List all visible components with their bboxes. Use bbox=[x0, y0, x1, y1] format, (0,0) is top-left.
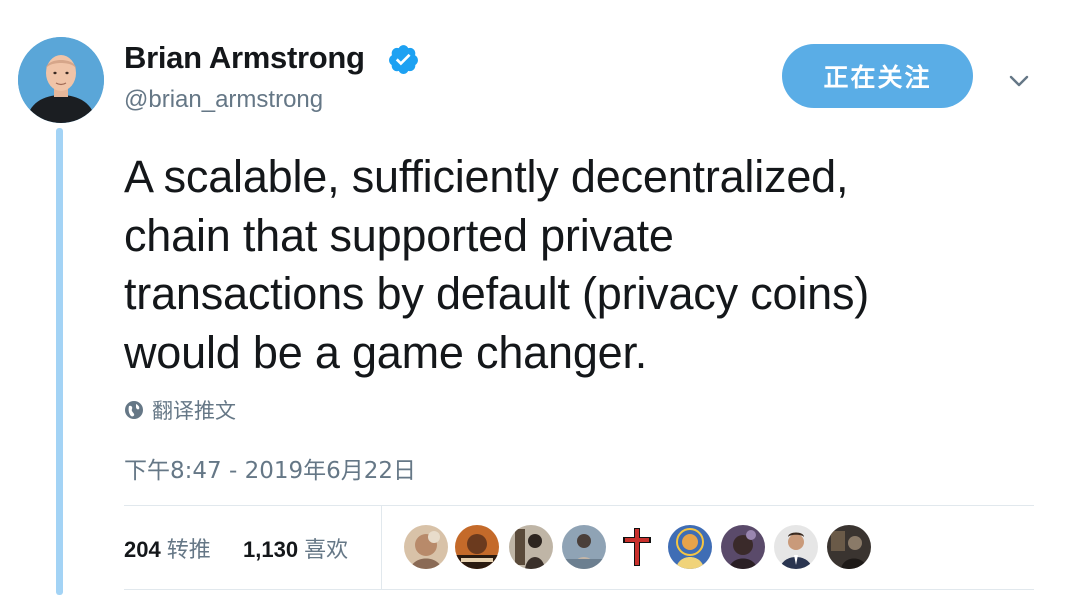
globe-icon bbox=[125, 401, 143, 419]
tweet-text-line: transactions by default (privacy coins) bbox=[124, 268, 870, 319]
liker-avatar[interactable] bbox=[827, 525, 871, 569]
retweets-stat[interactable]: 204 转推 bbox=[124, 532, 211, 564]
liker-avatar[interactable] bbox=[721, 525, 765, 569]
liker-avatar[interactable] bbox=[509, 525, 553, 569]
chevron-down-icon[interactable] bbox=[1004, 66, 1034, 96]
avatar[interactable] bbox=[18, 37, 104, 123]
tweet-timestamp[interactable]: 下午8:47 - 2019年6月22日 bbox=[124, 451, 416, 485]
liker-avatar[interactable] bbox=[455, 525, 499, 569]
liker-avatar[interactable] bbox=[615, 525, 659, 569]
stats-separator bbox=[381, 506, 382, 589]
liker-avatar[interactable] bbox=[668, 525, 712, 569]
likes-stat[interactable]: 1,130 喜欢 bbox=[243, 532, 348, 564]
liker-avatar[interactable] bbox=[774, 525, 818, 569]
divider bbox=[124, 505, 1034, 506]
likes-count: 1,130 bbox=[243, 537, 299, 562]
liker-avatar[interactable] bbox=[404, 525, 448, 569]
author-name[interactable]: Brian Armstrong bbox=[124, 40, 365, 76]
liker-avatar[interactable] bbox=[562, 525, 606, 569]
author-handle[interactable]: @brian_armstrong bbox=[124, 86, 323, 114]
thread-connector-line bbox=[56, 128, 63, 595]
translate-tweet-link[interactable]: 翻译推文 bbox=[124, 395, 236, 425]
verified-badge-icon bbox=[389, 45, 418, 74]
following-button[interactable]: 正在关注 bbox=[782, 44, 973, 108]
divider bbox=[124, 589, 1034, 590]
translate-label: 翻译推文 bbox=[152, 399, 236, 423]
tweet-text-line: A scalable, sufficiently decentralized, bbox=[124, 151, 849, 202]
likes-label: 喜欢 bbox=[304, 538, 349, 563]
retweets-count: 204 bbox=[124, 537, 161, 562]
tweet-text-line: chain that supported private bbox=[124, 209, 674, 261]
retweets-label: 转推 bbox=[166, 538, 211, 563]
tweet-text: A scalable, sufficiently decentralized, … bbox=[124, 148, 1024, 382]
tweet-text-line: would be a game changer. bbox=[124, 326, 648, 378]
